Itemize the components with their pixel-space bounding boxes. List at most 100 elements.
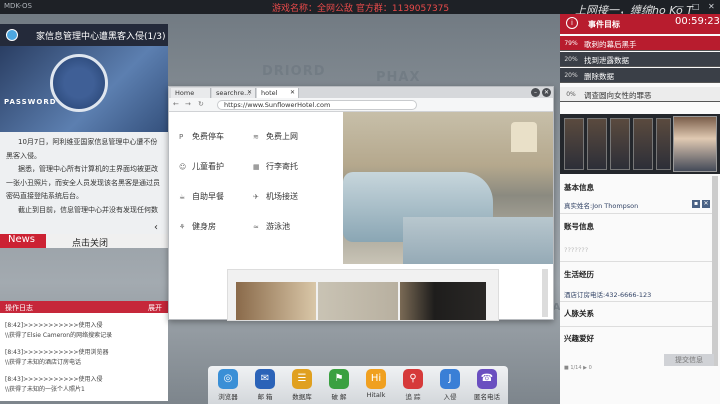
news-paragraph: 10月7日，阿利维亚国家信息管理中心遭不份黑客入侵。 <box>6 138 158 160</box>
portrait[interactable] <box>633 118 653 170</box>
objective-label: 调查圆向女性的罪恶 <box>584 91 652 100</box>
luggage-icon: ▦ <box>253 163 260 171</box>
portrait[interactable] <box>564 118 584 170</box>
objective-item[interactable]: 20% 找到泄露数据 <box>560 52 720 67</box>
log-entry: [8:43]>>>>>>>>>>>使用浏览器 <box>5 349 109 356</box>
tab-label: Home <box>175 89 195 97</box>
globe-icon <box>6 29 18 41</box>
gym-icon: ⚘ <box>179 223 186 231</box>
refresh-icon[interactable]: ↻ <box>198 100 204 108</box>
service-item: P 免费停车 <box>179 131 224 142</box>
seal-icon <box>50 54 108 112</box>
log-entry: \\获得了Elsie Cameron的网络搜索记录 <box>5 332 113 339</box>
url-input[interactable]: https://www.SunflowerHotel.com <box>217 100 417 110</box>
tab-close-icon[interactable]: ✕ <box>290 89 295 96</box>
section-relationships: 人脉关系 <box>564 309 594 318</box>
profile-scrollbar[interactable] <box>712 176 718 366</box>
child-care-icon: ☺ <box>179 163 187 171</box>
gallery-photo[interactable] <box>318 282 398 320</box>
browser-close-icon[interactable]: ✕ <box>542 88 551 97</box>
app-hitalk[interactable]: Hi Hitalk <box>362 369 390 399</box>
log-header: 操作日志 展开 <box>0 301 168 313</box>
top-banner-text: 游戏名称：全网公敌 官方群：1139057375 <box>272 4 450 14</box>
log-entry: [8:42]>>>>>>>>>>>使用入侵 <box>5 322 103 329</box>
log-expand-button[interactable]: 展开 <box>148 303 162 313</box>
wifi-icon: ≋ <box>253 133 259 141</box>
news-tag: News <box>0 234 46 248</box>
objective-label: 歌刺的幕后黑手 <box>584 40 637 49</box>
app-label: 追 踪 <box>405 393 421 401</box>
app-label: 破 解 <box>331 393 347 401</box>
maximize-button[interactable]: □ <box>692 2 700 11</box>
edit-icon[interactable]: ▪ <box>692 200 700 208</box>
service-item: ≋ 免费上网 <box>253 131 298 142</box>
info-item: 真实姓名:Jon Thompson <box>564 202 639 210</box>
portrait[interactable] <box>610 118 630 170</box>
app-anon-call[interactable]: ☎ 匿名电话 <box>473 369 501 401</box>
service-label: 自助早餐 <box>192 192 224 201</box>
objective-item[interactable]: 20% 删除数据 <box>560 68 720 83</box>
submit-info-button[interactable]: 提交信息 <box>664 354 714 366</box>
news-image-text: PASSWORD <box>4 98 57 106</box>
pool-icon: ≈ <box>253 223 259 231</box>
portrait[interactable] <box>587 118 607 170</box>
pagination-text: ■ 1/14 ▶ 0 <box>564 365 592 371</box>
crack-icon: ⚑ <box>329 369 349 389</box>
section-hobbies: 兴趣爱好 <box>564 334 594 343</box>
news-paragraph: 截止到目前，信息管理中心并没有发现任何数 <box>18 205 158 214</box>
app-mail[interactable]: ✉ 邮 箱 <box>251 369 279 401</box>
service-item: ☺ 儿童看护 <box>179 161 224 172</box>
target-portrait[interactable] <box>673 116 717 172</box>
service-item: ✈ 机场接送 <box>253 191 298 202</box>
app-database[interactable]: ☰ 数据库 <box>288 369 316 401</box>
mail-icon: ✉ <box>255 369 275 389</box>
news-next-icon[interactable]: ‹ <box>154 222 158 233</box>
service-item: ▦ 行李寄托 <box>253 161 298 172</box>
objective-progress: 0% <box>566 91 576 98</box>
browser-scrollbar[interactable] <box>542 269 548 317</box>
log-entry: \\获得了未知的酒店订房电话 <box>5 359 82 366</box>
service-item: ☕ 自助早餐 <box>179 191 224 202</box>
tab-home[interactable]: Home <box>171 88 211 98</box>
service-item: ≈ 游泳池 <box>253 221 290 232</box>
news-close-button[interactable]: 点击关闭 <box>72 236 108 249</box>
news-title: 家信息管理中心遭黑客入侵(1/3) <box>36 32 166 42</box>
back-icon[interactable]: ← <box>173 100 179 108</box>
objective-progress: 79% <box>564 40 578 47</box>
news-footer: News 点击关闭 <box>0 234 168 249</box>
forward-icon[interactable]: → <box>185 100 191 108</box>
event-header: i 事件目标 00:59:23 <box>560 14 720 34</box>
close-button[interactable]: ✕ <box>708 2 715 11</box>
gallery-photo[interactable] <box>236 282 316 320</box>
browser-minimize-icon[interactable]: – <box>531 88 540 97</box>
news-paragraph: 据悉，管理中心所有计算机的主界面均被更改一张小丑照片，而安全人员发现该名黑客是通… <box>6 165 160 200</box>
service-label: 游泳池 <box>266 222 290 231</box>
delete-icon[interactable]: ✕ <box>702 200 710 208</box>
browser-icon: ◎ <box>218 369 238 389</box>
tab-close-icon[interactable]: ✕ <box>247 89 252 96</box>
objective-item[interactable]: 0% 调查圆向女性的罪恶 <box>560 87 720 102</box>
news-panel: 家信息管理中心遭黑客入侵(1/3) PASSWORD 10月7日，阿利维亚国家信… <box>0 24 168 249</box>
app-browser[interactable]: ◎ 浏览器 <box>214 369 242 401</box>
event-title: 事件目标 <box>588 20 620 29</box>
divider <box>560 326 712 327</box>
database-icon: ☰ <box>292 369 312 389</box>
divider <box>560 261 712 262</box>
service-label: 行李寄托 <box>266 162 298 171</box>
tab-label: hotel <box>261 89 278 97</box>
parking-icon: P <box>179 133 184 141</box>
character-portraits <box>560 114 720 174</box>
log-entry: [8:43]>>>>>>>>>>>使用入侵 <box>5 376 103 383</box>
portrait[interactable] <box>656 118 671 170</box>
app-track[interactable]: ⚲ 追 踪 <box>399 369 427 401</box>
service-label: 免费停车 <box>192 132 224 141</box>
phone-icon: ☎ <box>477 369 497 389</box>
tab-hotel[interactable]: hotel ✕ <box>257 88 299 98</box>
objective-item[interactable]: 79% 歌刺的幕后黑手 <box>560 36 720 51</box>
app-intrude[interactable]: J 入侵 <box>436 369 464 401</box>
tab-search[interactable]: searchre... ✕ <box>212 88 256 98</box>
address-bar: ← → ↻ https://www.SunflowerHotel.com <box>169 98 553 112</box>
gallery-photo[interactable] <box>400 282 486 320</box>
breakfast-icon: ☕ <box>179 193 186 201</box>
app-crack[interactable]: ⚑ 破 解 <box>325 369 353 401</box>
